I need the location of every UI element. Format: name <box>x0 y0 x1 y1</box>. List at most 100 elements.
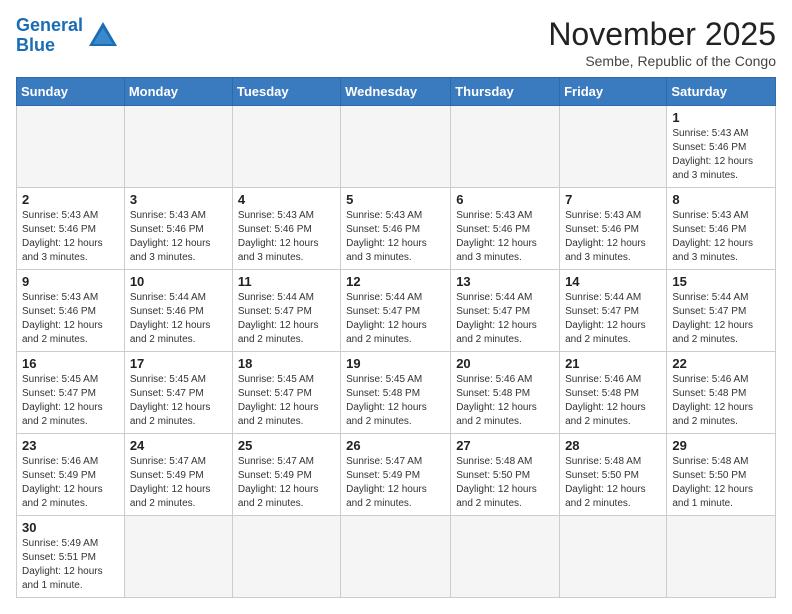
day-number: 16 <box>22 356 119 371</box>
day-number: 9 <box>22 274 119 289</box>
calendar-cell: 4Sunrise: 5:43 AM Sunset: 5:46 PM Daylig… <box>232 188 340 270</box>
day-info: Sunrise: 5:43 AM Sunset: 5:46 PM Dayligh… <box>672 209 770 265</box>
week-row-0: 1Sunrise: 5:43 AM Sunset: 5:46 PM Daylig… <box>17 106 776 188</box>
calendar-cell: 24 Sunrise: 5:47 AM Sunset: 5:49 PM Dayli… <box>124 434 232 516</box>
calendar-cell <box>560 106 667 188</box>
day-info: Sunrise: 5:47 AM Sunset: 5:49 PM Dayligh… <box>346 455 445 511</box>
day-info: Sunrise: 5:44 AM Sunset: 5:46 PM Dayligh… <box>130 291 227 347</box>
calendar-cell: 5Sunrise: 5:43 AM Sunset: 5:46 PM Daylig… <box>341 188 451 270</box>
calendar-cell: 17 Sunrise: 5:45 AM Sunset: 5:47 PM Dayli… <box>124 352 232 434</box>
calendar-cell: 29Sunrise: 5:48 AM Sunset: 5:50 PM Dayli… <box>667 434 776 516</box>
day-info: Sunrise: 5:43 AM Sunset: 5:46 PM Dayligh… <box>346 209 445 265</box>
day-info: Sunrise: 5:45 AM Sunset: 5:47 PM Dayligh… <box>238 373 335 429</box>
day-info: Sunrise: 5:46 AM Sunset: 5:48 PM Dayligh… <box>672 373 770 429</box>
week-row-3: 16 Sunrise: 5:45 AM Sunset: 5:47 PM Dayli… <box>17 352 776 434</box>
day-number: 3 <box>130 192 227 207</box>
day-number: 2 <box>22 192 119 207</box>
calendar-cell: 25 Sunrise: 5:47 AM Sunset: 5:49 PM Dayli… <box>232 434 340 516</box>
day-info: Sunrise: 5:44 AM Sunset: 5:47 PM Dayligh… <box>346 291 445 347</box>
header-thursday: Thursday <box>451 78 560 106</box>
day-number: 15 <box>672 274 770 289</box>
calendar-cell <box>124 106 232 188</box>
day-number: 10 <box>130 274 227 289</box>
day-info: Sunrise: 5:43 AM Sunset: 5:46 PM Dayligh… <box>456 209 554 265</box>
day-number: 19 <box>346 356 445 371</box>
calendar-cell: 21Sunrise: 5:46 AM Sunset: 5:48 PM Dayli… <box>560 352 667 434</box>
header-wednesday: Wednesday <box>341 78 451 106</box>
day-info: Sunrise: 5:46 AM Sunset: 5:49 PM Dayligh… <box>22 455 119 511</box>
day-number: 30 <box>22 520 119 535</box>
header-monday: Monday <box>124 78 232 106</box>
header-saturday: Saturday <box>667 78 776 106</box>
day-number: 18 <box>238 356 335 371</box>
week-row-5: 30 Sunrise: 5:49 AM Sunset: 5:51 PM Dayli… <box>17 516 776 598</box>
calendar-cell: 11Sunrise: 5:44 AM Sunset: 5:47 PM Dayli… <box>232 270 340 352</box>
day-info: Sunrise: 5:43 AM Sunset: 5:46 PM Dayligh… <box>22 209 119 265</box>
day-info: Sunrise: 5:43 AM Sunset: 5:46 PM Dayligh… <box>130 209 227 265</box>
header-friday: Friday <box>560 78 667 106</box>
day-info: Sunrise: 5:47 AM Sunset: 5:49 PM Dayligh… <box>238 455 335 511</box>
calendar-cell: 23 Sunrise: 5:46 AM Sunset: 5:49 PM Dayli… <box>17 434 125 516</box>
day-info: Sunrise: 5:45 AM Sunset: 5:47 PM Dayligh… <box>22 373 119 429</box>
title-block: November 2025 Sembe, Republic of the Con… <box>548 16 776 69</box>
calendar-cell: 1Sunrise: 5:43 AM Sunset: 5:46 PM Daylig… <box>667 106 776 188</box>
day-info: Sunrise: 5:45 AM Sunset: 5:47 PM Dayligh… <box>130 373 227 429</box>
header-tuesday: Tuesday <box>232 78 340 106</box>
calendar-cell: 3 Sunrise: 5:43 AM Sunset: 5:46 PM Daylig… <box>124 188 232 270</box>
calendar-cell: 9 Sunrise: 5:43 AM Sunset: 5:46 PM Daylig… <box>17 270 125 352</box>
calendar-cell: 22Sunrise: 5:46 AM Sunset: 5:48 PM Dayli… <box>667 352 776 434</box>
week-row-4: 23 Sunrise: 5:46 AM Sunset: 5:49 PM Dayli… <box>17 434 776 516</box>
day-info: Sunrise: 5:48 AM Sunset: 5:50 PM Dayligh… <box>456 455 554 511</box>
logo: General Blue <box>16 16 121 56</box>
day-info: Sunrise: 5:48 AM Sunset: 5:50 PM Dayligh… <box>565 455 661 511</box>
day-number: 24 <box>130 438 227 453</box>
calendar-cell: 18 Sunrise: 5:45 AM Sunset: 5:47 PM Dayli… <box>232 352 340 434</box>
day-number: 8 <box>672 192 770 207</box>
calendar-cell: 6 Sunrise: 5:43 AM Sunset: 5:46 PM Daylig… <box>451 188 560 270</box>
day-number: 6 <box>456 192 554 207</box>
calendar-cell <box>232 516 340 598</box>
calendar-title: November 2025 <box>548 16 776 53</box>
logo-icon <box>85 18 121 54</box>
day-number: 17 <box>130 356 227 371</box>
week-row-2: 9 Sunrise: 5:43 AM Sunset: 5:46 PM Daylig… <box>17 270 776 352</box>
calendar-cell: 16 Sunrise: 5:45 AM Sunset: 5:47 PM Dayli… <box>17 352 125 434</box>
calendar-cell <box>667 516 776 598</box>
day-number: 12 <box>346 274 445 289</box>
calendar-cell: 26 Sunrise: 5:47 AM Sunset: 5:49 PM Dayli… <box>341 434 451 516</box>
calendar-cell: 19 Sunrise: 5:45 AM Sunset: 5:48 PM Dayli… <box>341 352 451 434</box>
calendar-cell: 28 Sunrise: 5:48 AM Sunset: 5:50 PM Dayli… <box>560 434 667 516</box>
calendar-cell <box>341 106 451 188</box>
day-number: 28 <box>565 438 661 453</box>
calendar-cell <box>560 516 667 598</box>
calendar-cell: 8 Sunrise: 5:43 AM Sunset: 5:46 PM Daylig… <box>667 188 776 270</box>
logo-text: General Blue <box>16 16 83 56</box>
week-row-1: 2 Sunrise: 5:43 AM Sunset: 5:46 PM Daylig… <box>17 188 776 270</box>
day-info: Sunrise: 5:49 AM Sunset: 5:51 PM Dayligh… <box>22 537 119 593</box>
calendar-cell: 12 Sunrise: 5:44 AM Sunset: 5:47 PM Dayli… <box>341 270 451 352</box>
calendar-cell: 2 Sunrise: 5:43 AM Sunset: 5:46 PM Daylig… <box>17 188 125 270</box>
calendar-cell: 10 Sunrise: 5:44 AM Sunset: 5:46 PM Dayli… <box>124 270 232 352</box>
day-info: Sunrise: 5:44 AM Sunset: 5:47 PM Dayligh… <box>238 291 335 347</box>
day-info: Sunrise: 5:43 AM Sunset: 5:46 PM Dayligh… <box>238 209 335 265</box>
day-info: Sunrise: 5:46 AM Sunset: 5:48 PM Dayligh… <box>456 373 554 429</box>
day-info: Sunrise: 5:43 AM Sunset: 5:46 PM Dayligh… <box>565 209 661 265</box>
day-info: Sunrise: 5:45 AM Sunset: 5:48 PM Dayligh… <box>346 373 445 429</box>
calendar-cell <box>451 106 560 188</box>
day-info: Sunrise: 5:43 AM Sunset: 5:46 PM Dayligh… <box>672 127 770 183</box>
calendar-cell <box>124 516 232 598</box>
calendar-cell <box>232 106 340 188</box>
day-number: 26 <box>346 438 445 453</box>
day-info: Sunrise: 5:47 AM Sunset: 5:49 PM Dayligh… <box>130 455 227 511</box>
day-number: 7 <box>565 192 661 207</box>
day-number: 23 <box>22 438 119 453</box>
day-info: Sunrise: 5:43 AM Sunset: 5:46 PM Dayligh… <box>22 291 119 347</box>
calendar-cell: 27Sunrise: 5:48 AM Sunset: 5:50 PM Dayli… <box>451 434 560 516</box>
calendar-cell: 30 Sunrise: 5:49 AM Sunset: 5:51 PM Dayli… <box>17 516 125 598</box>
logo-blue: Blue <box>16 35 55 55</box>
calendar-header-row: SundayMondayTuesdayWednesdayThursdayFrid… <box>17 78 776 106</box>
day-number: 25 <box>238 438 335 453</box>
calendar-cell: 7 Sunrise: 5:43 AM Sunset: 5:46 PM Daylig… <box>560 188 667 270</box>
calendar-cell: 20Sunrise: 5:46 AM Sunset: 5:48 PM Dayli… <box>451 352 560 434</box>
logo-general: General <box>16 15 83 35</box>
